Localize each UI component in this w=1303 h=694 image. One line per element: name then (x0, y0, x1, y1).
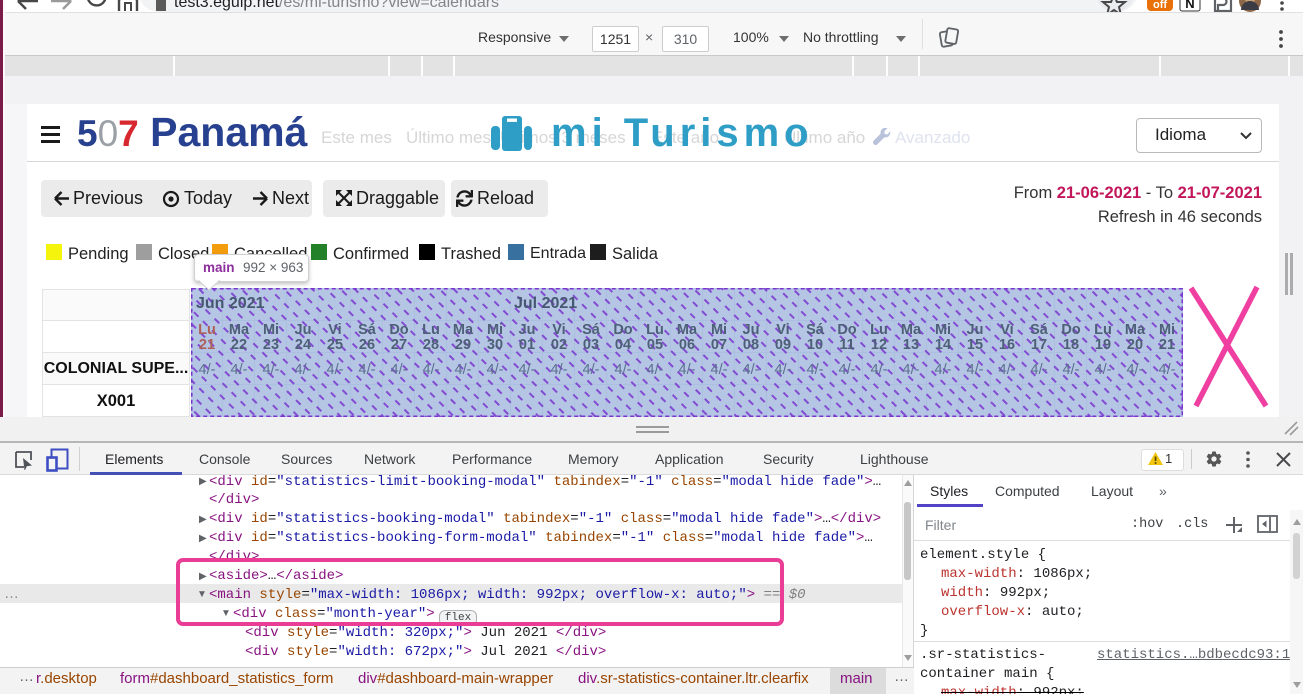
svg-text:off: off (1153, 0, 1167, 11)
svg-text:N: N (1185, 0, 1194, 11)
